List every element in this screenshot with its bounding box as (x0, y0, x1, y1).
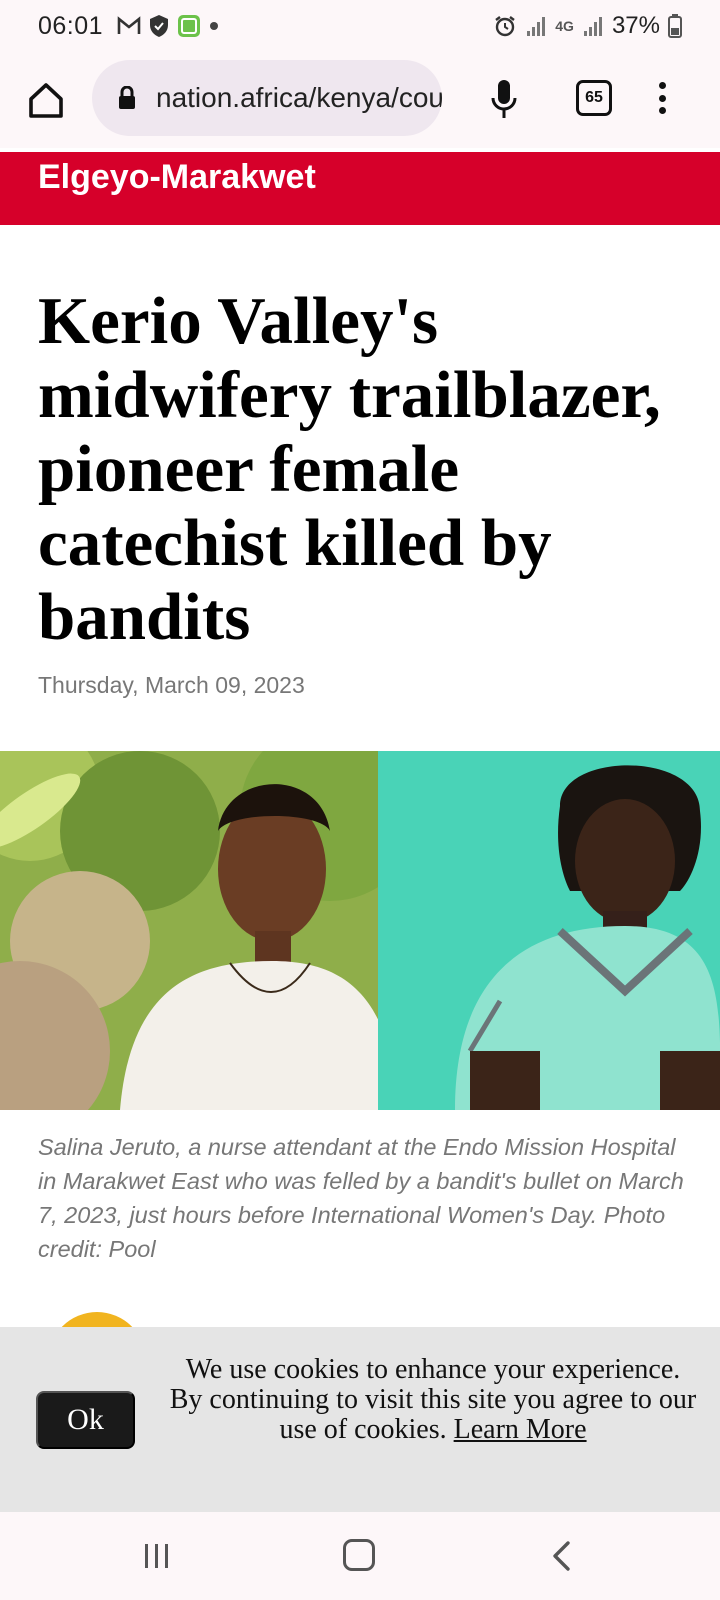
menu-dot-icon (658, 82, 666, 89)
network-type: 4G (555, 18, 574, 34)
status-bar: 06:01 4G 37% (0, 0, 720, 52)
status-notification-icons (117, 14, 219, 38)
microphone-icon (491, 80, 517, 118)
battery-percent: 37% (611, 12, 660, 39)
cookie-message-container: We use cookies to enhance your experienc… (168, 1355, 698, 1445)
tab-switcher-button[interactable]: 65 (576, 80, 612, 116)
status-system-icons: 4G 37% (493, 12, 682, 40)
cookie-message: We use cookies to enhance your experienc… (169, 1354, 697, 1445)
menu-dot-icon (658, 107, 666, 114)
article-headline: Kerio Valley's midwifery trailblazer, pi… (38, 284, 661, 654)
home-button[interactable] (24, 78, 68, 122)
lock-icon (119, 86, 135, 109)
section-banner: Elgeyo-Marakwet (0, 152, 720, 225)
app-notification-icon (178, 15, 201, 37)
article-photo (0, 751, 720, 1110)
address-bar[interactable]: nation.africa/kenya/counties/elgeyo-mara… (92, 60, 442, 136)
home-icon (29, 83, 63, 118)
status-time: 06:01 (38, 11, 104, 40)
gmail-icon (117, 16, 141, 34)
section-link[interactable]: Elgeyo-Marakwet (38, 158, 316, 197)
back-icon[interactable] (550, 1540, 572, 1572)
dot-icon (210, 22, 219, 30)
photo-illustration (0, 751, 720, 1110)
system-nav-bar (0, 1512, 720, 1600)
signal-icon (527, 17, 546, 36)
url-text: nation.africa/kenya/counties/elgeyo-mara… (156, 82, 442, 113)
battery-icon (668, 14, 682, 38)
article-date: Thursday, March 09, 2023 (38, 672, 305, 698)
learn-more-link[interactable]: Learn More (454, 1414, 587, 1445)
nav-home-icon[interactable] (343, 1539, 375, 1571)
recent-apps-icon[interactable] (142, 1542, 172, 1570)
cookie-ok-button[interactable]: Ok (36, 1391, 135, 1449)
menu-dot-icon (658, 94, 666, 102)
voice-search-button[interactable] (486, 76, 522, 124)
browser-toolbar: nation.africa/kenya/counties/elgeyo-mara… (0, 52, 720, 148)
alarm-icon (495, 16, 515, 37)
shield-icon (150, 15, 169, 37)
photo-caption: Salina Jeruto, a nurse attendant at the … (38, 1134, 684, 1262)
more-menu-button[interactable] (654, 78, 670, 118)
signal-icon (583, 17, 602, 36)
cookie-banner: Ok We use cookies to enhance your experi… (0, 1327, 720, 1512)
